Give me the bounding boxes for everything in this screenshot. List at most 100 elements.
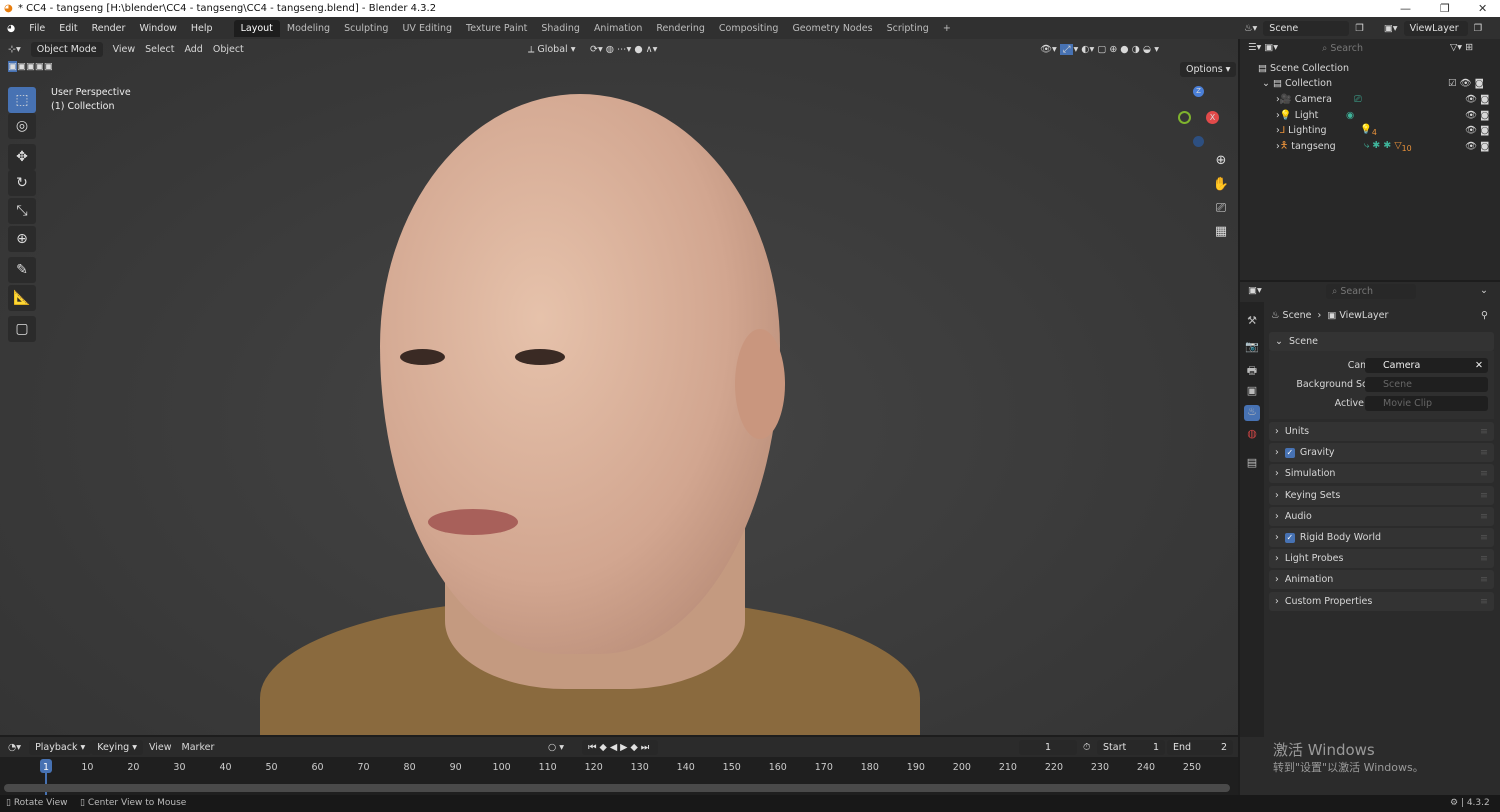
properties-options-icon[interactable]: ⌄ [1480, 285, 1488, 296]
viewlayer-field[interactable]: ViewLayer [1403, 20, 1468, 36]
cursor-tool-icon[interactable]: ◎ [8, 113, 36, 139]
tab-geometry-nodes[interactable]: Geometry Nodes [785, 20, 879, 37]
panel-animation[interactable]: › Animation ≡ [1269, 570, 1494, 590]
menu-render[interactable]: Render [85, 23, 133, 34]
scene-icon[interactable]: ♨▾ [1244, 23, 1257, 34]
panel-simulation[interactable]: › Simulation ≡ [1269, 464, 1494, 484]
output-tab-icon[interactable]: 🖶 [1244, 362, 1260, 378]
visibility-icons[interactable]: 👁 ◙ [1465, 110, 1489, 121]
panel-checkbox[interactable]: ✓ [1284, 447, 1295, 458]
zoom-icon[interactable]: ⊕ [1210, 149, 1232, 171]
stopwatch-icon[interactable]: ⏱ [1083, 742, 1090, 753]
camera-data-icon[interactable]: ⎚ [1354, 94, 1362, 105]
tab-layout[interactable]: Layout [233, 19, 280, 37]
clear-camera-icon[interactable]: ✕ [1475, 358, 1483, 373]
viewlayer-icon[interactable]: ▣▾ [1384, 23, 1398, 34]
drag-handle-icon[interactable]: ≡ [1480, 574, 1488, 585]
outliner-search-input[interactable]: ⌕ Search [1316, 41, 1406, 56]
close-button[interactable]: ✕ [1478, 0, 1487, 17]
pivot-snap-icons[interactable]: ⟳▾ ◍ ⋯▾ ● ∧▾ [590, 44, 657, 55]
y-axis-handle[interactable] [1178, 111, 1191, 124]
panel-checkbox[interactable]: ✓ [1284, 532, 1295, 543]
active-clip-field[interactable]: Movie Clip [1365, 396, 1488, 411]
new-scene-icon[interactable]: ❐ [1355, 23, 1364, 34]
pan-hand-icon[interactable]: ✋ [1210, 173, 1232, 195]
properties-editor-type-icon[interactable]: ▣▾ [1248, 285, 1262, 296]
tool-tab-icon[interactable]: ⚒ [1244, 314, 1260, 330]
blender-menu-icon[interactable]: ◕ [0, 23, 22, 34]
tab-compositing[interactable]: Compositing [712, 20, 786, 37]
start-frame-field[interactable]: Start 1 [1097, 739, 1165, 755]
display-mode-dropdown[interactable]: ☰▾ ▣▾ [1248, 42, 1278, 53]
menu-select[interactable]: Select [145, 44, 174, 55]
tab-rendering[interactable]: Rendering [649, 20, 712, 37]
scene-collection-row[interactable]: ▤ Scene Collection [1240, 60, 1500, 76]
drag-handle-icon[interactable]: ≡ [1480, 596, 1488, 607]
mode-dropdown[interactable]: Object Mode [30, 41, 103, 57]
tab-sculpting[interactable]: Sculpting [337, 20, 395, 37]
pin-icon[interactable]: ⚲ [1481, 310, 1488, 321]
properties-search-input[interactable]: ⌕ Search [1326, 284, 1416, 299]
marker-menu[interactable]: Marker [178, 742, 219, 753]
tab-animation[interactable]: Animation [587, 20, 649, 37]
rotate-tool-icon[interactable]: ↻ [8, 170, 36, 196]
tab-uv-editing[interactable]: UV Editing [395, 20, 459, 37]
background-scene-field[interactable]: Scene [1365, 377, 1488, 392]
overlay-gizmo-icons[interactable]: 👁▾ ⤢ ▾ ◐▾ ▢ ⊕ ● ◑ ◒ ▾ [1040, 43, 1159, 55]
scene-panel-header[interactable]: ⌄ Scene [1269, 332, 1494, 351]
outliner-item-tangseng[interactable]: › 🯅 tangseng ⤷ ✱ ✱ ▽10 👁 ◙ [1240, 138, 1500, 154]
light-data-icon[interactable]: ◉ [1346, 110, 1354, 121]
scene-tab-icon[interactable]: ♨ [1244, 405, 1260, 421]
view-layer-tab-icon[interactable]: ▣ [1244, 384, 1260, 400]
annotate-tool-icon[interactable]: ✎ [8, 257, 36, 283]
timeline-editor-type-icon[interactable]: ◔▾ [0, 742, 29, 753]
transform-tool-icon[interactable]: ⊕ [8, 226, 36, 252]
tab-scripting[interactable]: Scripting [880, 20, 936, 37]
camera-view-icon[interactable]: ⎚ [1210, 197, 1232, 219]
timeline-scrollbar[interactable] [4, 784, 1230, 792]
child-lights-icon[interactable]: 💡4 [1360, 124, 1377, 137]
world-tab-icon[interactable]: ◍ [1244, 427, 1260, 443]
drag-handle-icon[interactable]: ≡ [1480, 511, 1488, 522]
visibility-icons[interactable]: 👁 ◙ [1465, 125, 1489, 136]
neg-z-axis-handle[interactable] [1193, 136, 1204, 147]
visibility-icons[interactable]: 👁 ◙ [1465, 94, 1489, 105]
drag-handle-icon[interactable]: ≡ [1480, 447, 1488, 458]
transform-orientation-dropdown[interactable]: ⟂ Global ▾ [528, 44, 575, 55]
navigation-gizmo[interactable]: Z X [1170, 84, 1230, 154]
collection-row[interactable]: ⌄ ▤ Collection ☑ 👁 ◙ [1240, 75, 1500, 91]
visibility-icons[interactable]: 👁 ◙ [1465, 141, 1489, 152]
end-frame-field[interactable]: End 2 [1167, 739, 1233, 755]
current-frame-field[interactable]: 1 [1019, 739, 1077, 755]
menu-add[interactable]: Add [184, 44, 202, 55]
add-cube-tool-icon[interactable]: ▢ [8, 316, 36, 342]
menu-edit[interactable]: Edit [52, 23, 84, 34]
panel-light-probes[interactable]: › Light Probes ≡ [1269, 549, 1494, 569]
tab-texture-paint[interactable]: Texture Paint [459, 20, 534, 37]
options-dropdown[interactable]: Options ▾ [1180, 62, 1237, 77]
maximize-button[interactable]: ❐ [1440, 0, 1450, 17]
playback-menu[interactable]: Playback ▾ [29, 739, 92, 755]
scale-tool-icon[interactable]: ⤡ [8, 198, 36, 224]
panel-audio[interactable]: › Audio ≡ [1269, 506, 1494, 526]
panel-rigid-body-world[interactable]: › ✓ Rigid Body World ≡ [1269, 528, 1494, 547]
ortho-grid-icon[interactable]: ▦ [1210, 220, 1232, 242]
measure-tool-icon[interactable]: 📐 [8, 285, 36, 311]
drag-handle-icon[interactable]: ≡ [1480, 468, 1488, 479]
3d-viewport[interactable]: ⊹▾ Object Mode View Select Add Object ⟂ … [0, 39, 1238, 735]
camera-field[interactable]: Camera ✕ [1365, 358, 1488, 373]
filter-icon[interactable]: ▽▾ ⊞ [1450, 42, 1473, 53]
x-axis-handle[interactable]: X [1206, 111, 1219, 124]
menu-view[interactable]: View [113, 44, 136, 55]
minimize-button[interactable]: — [1400, 0, 1411, 17]
auto-keying-toggle[interactable]: ○ ▾ [548, 742, 564, 753]
selection-mode-icons[interactable]: ▣▣▣▣▣ [8, 61, 53, 72]
add-workspace-button[interactable]: + [936, 20, 958, 37]
timeline-view-menu[interactable]: View [143, 742, 178, 753]
collection-tab-icon[interactable]: ▤ [1244, 456, 1260, 472]
drag-handle-icon[interactable]: ≡ [1480, 490, 1488, 501]
outliner-item-light[interactable]: › 💡 Light ◉ 👁 ◙ [1240, 107, 1500, 123]
menu-help[interactable]: Help [184, 23, 220, 34]
drag-handle-icon[interactable]: ≡ [1480, 532, 1488, 543]
new-viewlayer-icon[interactable]: ❐ [1474, 23, 1483, 34]
